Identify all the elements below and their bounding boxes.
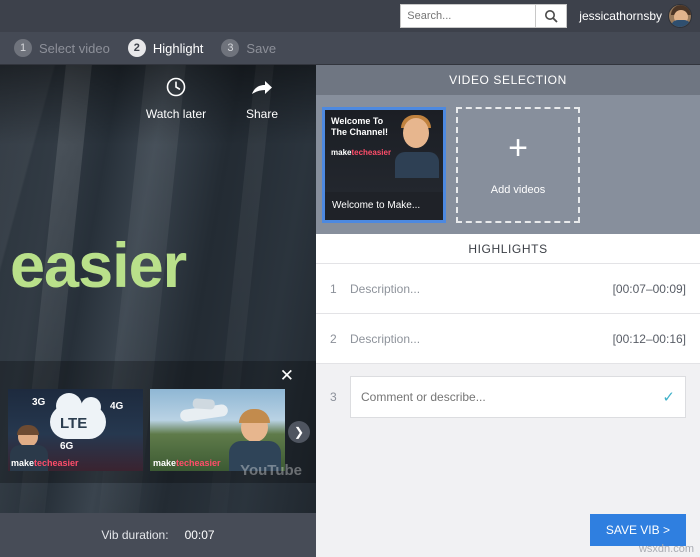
endcard-lte-label: LTE bbox=[60, 415, 87, 432]
highlight-time: [00:07–00:09] bbox=[613, 282, 686, 296]
thumbnail-overlay-line2: The Channel! bbox=[331, 127, 388, 138]
highlight-index: 1 bbox=[330, 282, 350, 296]
highlight-description[interactable]: Description... bbox=[350, 332, 613, 346]
search-button[interactable] bbox=[535, 4, 567, 28]
thumbnail-image: Welcome To The Channel! maketecheasier bbox=[325, 110, 443, 192]
endcard-6g-label: 6G bbox=[60, 441, 73, 452]
search-area bbox=[400, 4, 567, 28]
avatar[interactable] bbox=[668, 4, 692, 28]
step-1-label: Select video bbox=[39, 41, 110, 56]
endcard-brand: maketecheasier bbox=[11, 458, 79, 468]
check-icon[interactable]: ✓ bbox=[662, 388, 675, 406]
vib-duration-label: Vib duration: bbox=[101, 528, 168, 542]
video-player-panel[interactable]: Watch later Share easier ✕ LTE 3G 4G 6 bbox=[0, 65, 316, 557]
thumbnail-overlay-line1: Welcome To bbox=[331, 116, 388, 127]
comment-input[interactable] bbox=[361, 390, 656, 404]
new-highlight-row: 3 ✓ bbox=[316, 364, 700, 430]
thumbnail-person bbox=[395, 116, 439, 178]
search-icon bbox=[544, 9, 558, 23]
highlight-row[interactable]: 2 Description... [00:12–00:16] bbox=[316, 314, 700, 364]
search-input[interactable] bbox=[400, 4, 535, 28]
share-action[interactable]: Share bbox=[230, 77, 294, 121]
brand-prefix: make bbox=[331, 148, 351, 157]
user-menu[interactable]: jessicathornsby bbox=[579, 4, 692, 28]
watch-later-label: Watch later bbox=[146, 107, 206, 121]
brand-prefix: make bbox=[153, 458, 176, 468]
video-title-text: easier bbox=[10, 230, 186, 302]
step-3-label: Save bbox=[246, 41, 276, 56]
endcard-brand: maketecheasier bbox=[153, 458, 221, 468]
highlight-index: 2 bbox=[330, 332, 350, 346]
step-3-number: 3 bbox=[221, 39, 239, 57]
selected-video-thumbnail[interactable]: Welcome To The Channel! maketecheasier W… bbox=[322, 107, 446, 223]
brand-suffix: techeasier bbox=[34, 458, 79, 468]
brand-suffix: techeasier bbox=[351, 148, 391, 157]
app-root: jessicathornsby 1 Select video 2 Highlig… bbox=[0, 0, 700, 557]
thumbnail-brand: maketecheasier bbox=[331, 148, 391, 157]
chevron-right-icon[interactable]: ❯ bbox=[288, 421, 310, 443]
highlights-header: HIGHLIGHTS bbox=[316, 234, 700, 264]
youtube-watermark: YouTube bbox=[240, 462, 302, 479]
endcard-3g-label: 3G bbox=[32, 397, 45, 408]
video-overlay-actions: Watch later Share bbox=[0, 65, 316, 145]
vib-duration-value: 00:07 bbox=[185, 528, 215, 542]
watch-later-action[interactable]: Watch later bbox=[144, 77, 208, 121]
plus-icon: + bbox=[508, 134, 528, 162]
highlight-row[interactable]: 1 Description... [00:07–00:09] bbox=[316, 264, 700, 314]
step-2-label: Highlight bbox=[153, 41, 204, 56]
step-highlight[interactable]: 2 Highlight bbox=[128, 39, 204, 57]
video-selection-header: VIDEO SELECTION bbox=[316, 65, 700, 95]
step-1-number: 1 bbox=[14, 39, 32, 57]
endcard-item[interactable]: LTE 3G 4G 6G maketecheasier bbox=[8, 389, 143, 471]
step-select-video[interactable]: 1 Select video bbox=[14, 39, 110, 57]
share-arrow-icon bbox=[251, 77, 273, 100]
vib-duration-bar: Vib duration: 00:07 bbox=[0, 513, 316, 557]
avatar-body bbox=[671, 20, 691, 27]
brand-suffix: techeasier bbox=[176, 458, 221, 468]
add-videos-label: Add videos bbox=[491, 184, 545, 196]
clock-icon bbox=[166, 77, 186, 100]
close-icon[interactable]: ✕ bbox=[280, 367, 294, 384]
right-panel: VIDEO SELECTION Welcome To The Channel! … bbox=[316, 65, 700, 557]
highlight-time: [00:12–00:16] bbox=[613, 332, 686, 346]
save-vib-button[interactable]: SAVE VIB > bbox=[590, 514, 686, 546]
add-videos-button[interactable]: + Add videos bbox=[456, 107, 580, 223]
video-selection-body: Welcome To The Channel! maketecheasier W… bbox=[316, 95, 700, 234]
brand-prefix: make bbox=[11, 458, 34, 468]
endcard-item[interactable]: maketecheasier bbox=[150, 389, 285, 471]
username-label: jessicathornsby bbox=[579, 9, 662, 23]
endcard-4g-label: 4G bbox=[110, 401, 123, 412]
share-label: Share bbox=[246, 107, 278, 121]
highlight-description[interactable]: Description... bbox=[350, 282, 613, 296]
step-save[interactable]: 3 Save bbox=[221, 39, 276, 57]
page-watermark: wsxdn.com bbox=[639, 543, 694, 555]
thumbnail-caption: Welcome to Make... bbox=[325, 192, 443, 220]
thumbnail-overlay-text: Welcome To The Channel! bbox=[331, 116, 388, 138]
step-bar: 1 Select video 2 Highlight 3 Save bbox=[0, 32, 700, 65]
top-bar: jessicathornsby bbox=[0, 0, 700, 32]
new-highlight-index: 3 bbox=[330, 390, 350, 404]
step-2-number: 2 bbox=[128, 39, 146, 57]
comment-input-box[interactable]: ✓ bbox=[350, 376, 686, 418]
